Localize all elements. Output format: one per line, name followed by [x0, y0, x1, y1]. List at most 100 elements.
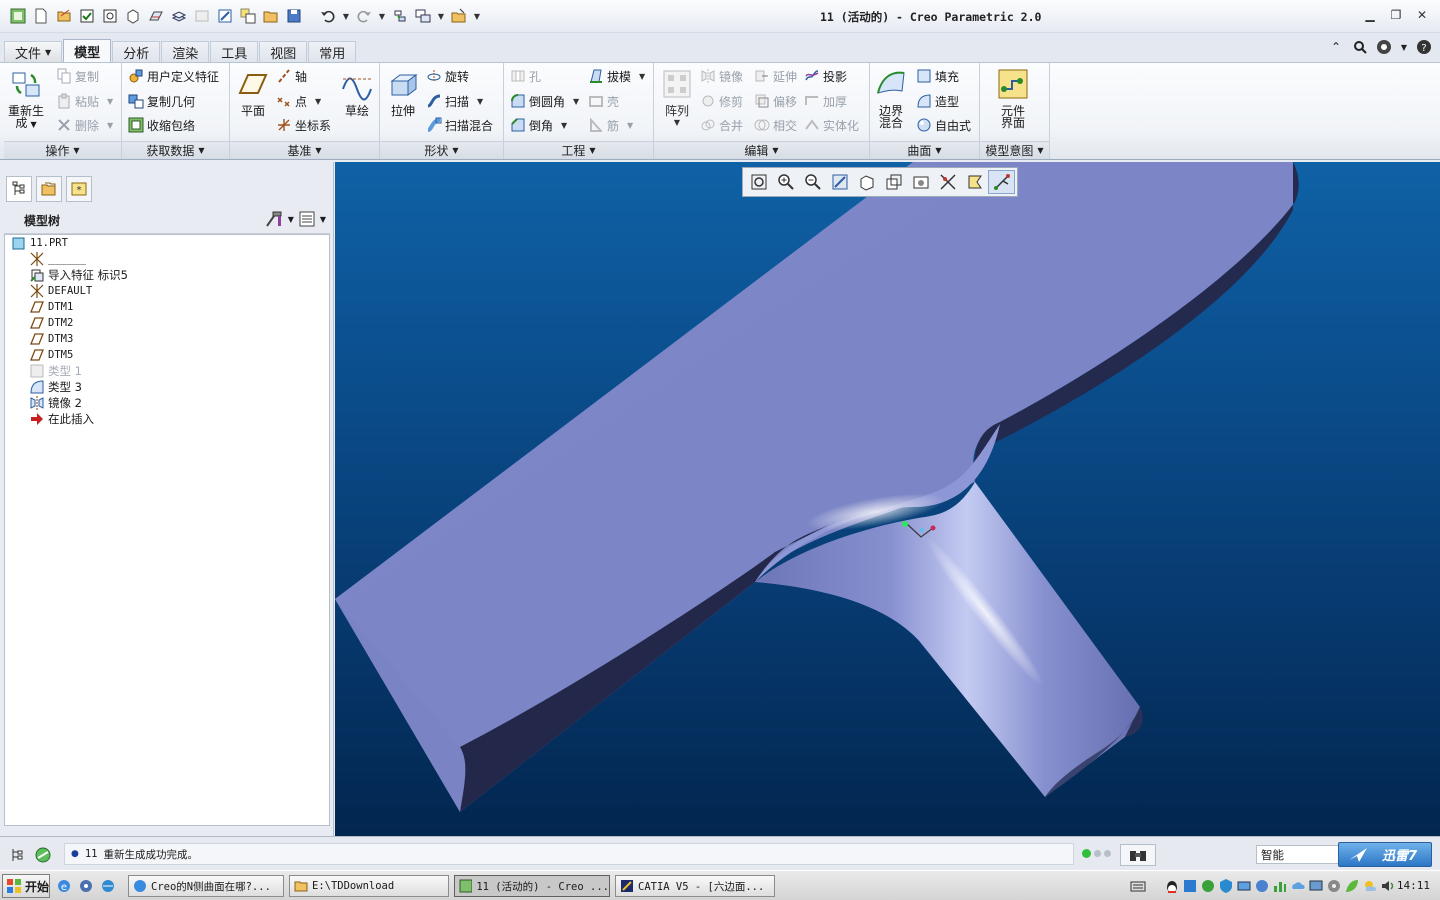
tray-weather-icon[interactable]: [1362, 878, 1378, 894]
axis-button[interactable]: 轴: [276, 66, 307, 86]
copy-features-icon[interactable]: [238, 6, 258, 26]
tree-item-type-3[interactable]: 类型 3: [29, 379, 82, 395]
thicken-button[interactable]: 加厚: [804, 91, 847, 111]
view-manager-icon[interactable]: [907, 170, 934, 194]
swept-blend-button[interactable]: 扫描混合: [426, 115, 493, 135]
tree-item-mirror-2[interactable]: 镜像 2: [29, 395, 82, 411]
saved-orientations-icon[interactable]: [880, 170, 907, 194]
tab-view[interactable]: 视图: [259, 41, 308, 63]
community-dropdown-icon[interactable]: ▼: [1400, 39, 1408, 55]
close-icon[interactable]: ✕: [1414, 7, 1430, 23]
redo-dropdown-icon[interactable]: ▼: [377, 6, 387, 26]
ie-icon[interactable]: e: [56, 878, 72, 894]
fill-button[interactable]: 填充: [916, 66, 959, 86]
delete-button[interactable]: 删除 ▼: [56, 115, 113, 135]
regenerate-icon[interactable]: [390, 6, 410, 26]
tab-file[interactable]: 文件 ▼: [4, 41, 63, 63]
new-file-icon[interactable]: [31, 6, 51, 26]
csys-button[interactable]: 坐标系: [276, 115, 331, 135]
surface-icon[interactable]: [146, 6, 166, 26]
open-icon[interactable]: [54, 6, 74, 26]
search-icon[interactable]: [1352, 39, 1368, 55]
group-label-engineering[interactable]: 工程 ▼: [504, 141, 653, 159]
find-button[interactable]: [1120, 844, 1156, 866]
selection-filter[interactable]: 智能: [1256, 845, 1346, 864]
minimize-icon[interactable]: ▁: [1362, 7, 1378, 23]
graphics-window[interactable]: [335, 162, 1440, 836]
component-interface-button[interactable]: 元件 界面: [996, 67, 1030, 129]
annotation-display-icon[interactable]: [961, 170, 988, 194]
model-tree-tab-icon[interactable]: [6, 176, 32, 202]
chamfer-button[interactable]: 倒角 ▼: [510, 115, 567, 135]
tray-leaf-icon[interactable]: [1344, 878, 1360, 894]
tree-item-type-1[interactable]: 类型 1: [29, 363, 82, 379]
trim-button[interactable]: 修剪: [700, 91, 743, 111]
tree-item-dtm3[interactable]: DTM3: [29, 331, 73, 347]
preview-icon[interactable]: [100, 6, 120, 26]
tree-item-blank[interactable]: ______: [29, 251, 86, 267]
tray-cloud-icon[interactable]: [1290, 878, 1306, 894]
tree-item-part[interactable]: 11.PRT: [11, 235, 68, 251]
spin-center-icon[interactable]: [988, 170, 1015, 194]
tray-network-icon[interactable]: [1236, 878, 1252, 894]
tree-settings-icon[interactable]: [264, 210, 284, 228]
sketch-view-icon[interactable]: [215, 6, 235, 26]
group-label-surfaces[interactable]: 曲面 ▼: [870, 141, 979, 159]
tray-disk-icon[interactable]: [1326, 878, 1342, 894]
extend-button[interactable]: 延伸: [754, 66, 797, 86]
tray-display-icon[interactable]: [1308, 878, 1324, 894]
start-button[interactable]: 开始: [2, 874, 50, 898]
tab-model[interactable]: 模型: [63, 39, 112, 63]
sketch-button[interactable]: 草绘: [340, 67, 374, 117]
copy-geometry-button[interactable]: 复制几何: [128, 91, 195, 111]
tree-item-dtm2[interactable]: DTM2: [29, 315, 73, 331]
help-icon[interactable]: ?: [1416, 39, 1432, 55]
undo-dropdown-icon[interactable]: ▼: [341, 6, 351, 26]
tray-sync-icon[interactable]: [1200, 878, 1216, 894]
shell-button[interactable]: 壳: [588, 91, 619, 111]
community-icon[interactable]: [1376, 39, 1392, 55]
tray-app-icon[interactable]: [1182, 878, 1198, 894]
zoom-in-icon[interactable]: [772, 170, 799, 194]
zoom-out-icon[interactable]: [799, 170, 826, 194]
round-button[interactable]: 倒圆角 ▼: [510, 91, 579, 111]
layers-icon[interactable]: [169, 6, 189, 26]
windows-dropdown-icon[interactable]: ▼: [436, 6, 446, 26]
tree-settings-dropdown-icon[interactable]: ▼: [288, 210, 294, 228]
freestyle-button[interactable]: 自由式: [916, 115, 971, 135]
favorites-tab-icon[interactable]: *: [66, 176, 92, 202]
solidify-button[interactable]: 实体化: [804, 115, 859, 135]
task-browser[interactable]: Creo的N侧曲面在哪?...: [128, 875, 284, 897]
merge-button[interactable]: 合并: [700, 115, 743, 135]
media-icon[interactable]: [78, 878, 94, 894]
datum-display-icon[interactable]: [934, 170, 961, 194]
group-label-get-data[interactable]: 获取数据 ▼: [122, 141, 229, 159]
browser-toggle-icon[interactable]: [32, 845, 54, 865]
repaint-icon[interactable]: [826, 170, 853, 194]
keyboard-icon[interactable]: [1130, 878, 1146, 894]
browser-icon[interactable]: [100, 878, 116, 894]
draft-button[interactable]: 拔模 ▼: [588, 66, 645, 86]
revolve-button[interactable]: 旋转: [426, 66, 469, 86]
tree-columns-dropdown-icon[interactable]: ▼: [320, 210, 326, 228]
paste-button[interactable]: 粘贴 ▼: [56, 91, 113, 111]
tree-item-insert-here[interactable]: 在此插入: [29, 411, 94, 427]
tab-common[interactable]: 常用: [308, 41, 357, 63]
tab-render[interactable]: 渲染: [161, 41, 210, 63]
tree-columns-icon[interactable]: [298, 210, 316, 228]
tab-analysis[interactable]: 分析: [112, 41, 161, 63]
save-icon[interactable]: [284, 6, 304, 26]
shrinkwrap-button[interactable]: 收缩包络: [128, 115, 195, 135]
group-label-datum[interactable]: 基准 ▼: [230, 141, 379, 159]
model-view[interactable]: [335, 162, 1440, 836]
copy-button[interactable]: 复制: [56, 66, 99, 86]
folder-open-icon[interactable]: [261, 6, 281, 26]
xunlei-widget[interactable]: 迅雷7: [1338, 842, 1432, 867]
task-explorer[interactable]: E:\TDDownload: [289, 875, 449, 897]
hole-button[interactable]: 孔: [510, 66, 541, 86]
select-window-icon[interactable]: [77, 6, 97, 26]
boundary-blend-button[interactable]: 边界 混合: [874, 67, 908, 129]
intersect-button[interactable]: 相交: [754, 115, 797, 135]
point-button[interactable]: 点 ▼: [276, 91, 321, 111]
windows-icon[interactable]: [413, 6, 433, 26]
